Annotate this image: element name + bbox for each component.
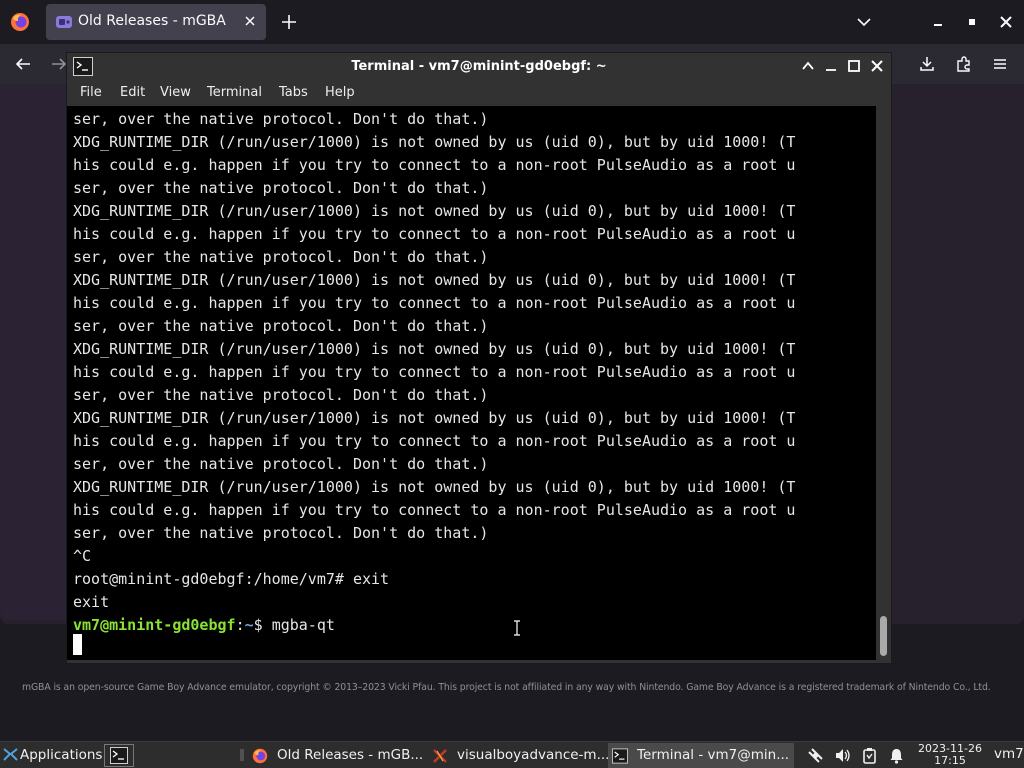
prompt-separator: : [235,616,245,634]
output-line: ser, over the native protocol. Don't do … [73,317,489,335]
tab-title: Old Releases - mGBA [78,13,226,29]
output-line: XDG_RUNTIME_DIR (/run/user/1000) is not … [73,271,796,289]
applications-menu-icon[interactable] [3,747,18,762]
browser-tab-active[interactable]: Old Releases - mGBA [46,4,266,40]
text-cursor [73,634,82,655]
applications-menu-button[interactable]: Applications [20,747,102,763]
volume-icon[interactable] [834,747,851,764]
terminal-icon [612,748,628,764]
prompt-path: ~ [244,616,254,634]
menu-tabs[interactable]: Tabs [279,85,308,100]
output-line: ser, over the native protocol. Don't do … [73,455,489,473]
close-icon[interactable] [997,13,1015,31]
user-menu[interactable]: vm7 [994,746,1024,762]
output-line: XDG_RUNTIME_DIR (/run/user/1000) is not … [73,202,796,220]
output-line: his could e.g. happen if you try to conn… [73,363,796,381]
output-line: XDG_RUNTIME_DIR (/run/user/1000) is not … [73,409,796,427]
output-line: his could e.g. happen if you try to conn… [73,225,796,243]
terminal-output[interactable]: ser, over the native protocol. Don't do … [67,106,876,660]
prompt-user-host: vm7@minint-gd0ebgf [73,616,236,634]
terminal-titlebar[interactable]: Terminal - vm7@minint-gd0ebgf: ~ [67,53,891,80]
task-firefox[interactable]: Old Releases - mGB... [248,743,426,768]
prompt-command: mgba-qt [271,616,335,634]
hamburger-icon[interactable] [991,55,1009,73]
terminal-icon [110,747,128,764]
output-line: ^C [73,547,92,565]
output-line: ser, over the native protocol. Don't do … [73,248,489,266]
output-line: ser, over the native protocol. Don't do … [73,524,489,542]
prompt-symbol: $ [253,616,272,634]
menu-view[interactable]: View [160,85,191,100]
output-line: ser, over the native protocol. Don't do … [73,386,489,404]
output-line: XDG_RUNTIME_DIR (/run/user/1000) is not … [73,478,796,496]
menu-edit[interactable]: Edit [120,85,145,100]
download-icon[interactable] [918,55,936,73]
output-line: his could e.g. happen if you try to conn… [73,501,796,519]
task-visualboyadvance[interactable]: visualboyadvance-m... [428,743,610,768]
terminal-title: Terminal - vm7@minint-gd0ebgf: ~ [351,59,607,74]
network-icon[interactable] [807,747,824,764]
page-footer-text: mGBA is an open-source Game Boy Advance … [22,682,991,693]
clipboard-icon[interactable] [861,747,878,764]
terminal-menubar: File Edit View Terminal Tabs Help [67,80,891,105]
terminal-window[interactable]: Terminal - vm7@minint-gd0ebgf: ~ File Ed… [66,52,892,664]
output-line: his could e.g. happen if you try to conn… [73,432,796,450]
task-label: Terminal - vm7@min... [637,747,790,763]
arrow-left-icon[interactable] [14,55,32,73]
clock[interactable]: 2023-11-26 17:15 [914,743,986,767]
firefox-icon [252,748,268,764]
output-line: XDG_RUNTIME_DIR (/run/user/1000) is not … [73,133,796,151]
separator-handle-icon [240,749,244,761]
firefox-icon[interactable] [10,12,30,32]
scrollbar-thumb[interactable] [880,616,887,656]
plus-icon[interactable] [280,13,298,31]
minimize-icon[interactable] [824,59,838,73]
maximize-icon[interactable] [847,59,861,73]
page-sidebar [0,84,66,620]
close-icon[interactable] [870,59,884,73]
menu-file[interactable]: File [80,85,102,100]
browser-tab-bar: Old Releases - mGBA [0,0,1024,44]
minimize-icon[interactable] [929,13,947,31]
taskbar: Applications Old Releases - mGB... visua… [0,741,1024,768]
output-line: his could e.g. happen if you try to conn… [73,294,796,312]
chevron-down-icon[interactable] [856,14,872,30]
mgba-favicon [56,16,72,28]
output-line: ser, over the native protocol. Don't do … [73,179,489,197]
output-line: exit [73,593,110,611]
menu-terminal[interactable]: Terminal [207,85,262,100]
output-line: root@minint-gd0ebgf:/home/vm7# exit [73,570,390,588]
terminal-launcher-button[interactable] [104,744,134,767]
terminal-scrollbar[interactable] [876,106,891,660]
maximize-icon[interactable] [963,13,981,31]
task-label: visualboyadvance-m... [457,747,610,763]
output-line: his could e.g. happen if you try to conn… [73,156,796,174]
chevron-up-icon[interactable] [801,59,815,73]
prompt-line: vm7@minint-gd0ebgf:~$ mgba-qt [73,614,335,637]
menu-help[interactable]: Help [325,85,355,100]
vba-icon [433,749,447,763]
notification-bell-icon[interactable] [888,747,905,764]
task-label: Old Releases - mGB... [277,747,424,763]
clock-time: 17:15 [934,754,966,767]
puzzle-icon[interactable] [955,55,973,73]
close-icon[interactable] [242,13,258,29]
ibeam-cursor-icon [514,620,520,636]
task-terminal-active[interactable]: Terminal - vm7@min... [608,743,794,768]
output-line: XDG_RUNTIME_DIR (/run/user/1000) is not … [73,340,796,358]
output-line: ser, over the native protocol. Don't do … [73,110,489,128]
